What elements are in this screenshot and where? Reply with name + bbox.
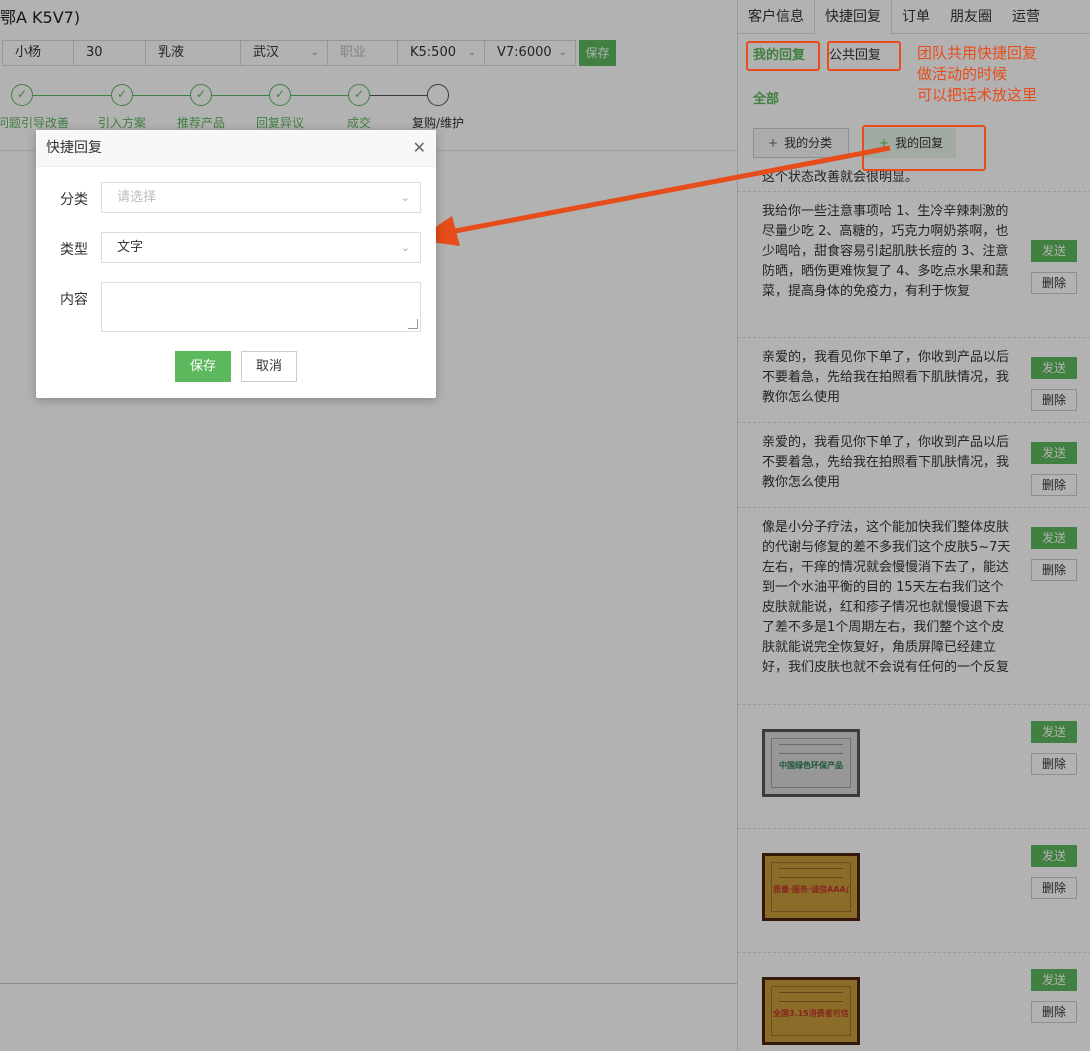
cancel-button[interactable]: 取消 (241, 351, 297, 382)
content-label: 内容 (60, 292, 88, 308)
type-select[interactable]: 文字 ⌄ (101, 232, 421, 263)
category-select[interactable]: 请选择 ⌄ (101, 182, 421, 213)
resize-handle-icon[interactable] (408, 319, 418, 329)
category-placeholder: 请选择 (117, 190, 157, 205)
annotation-arrow-shaft (449, 145, 891, 235)
quick-reply-dialog: 快捷回复 ✕ 分类 请选择 ⌄ 类型 文字 ⌄ 内容 保存 取消 (36, 130, 436, 398)
chevron-down-icon: ⌄ (400, 241, 410, 254)
type-label: 类型 (60, 242, 88, 258)
chevron-down-icon: ⌄ (400, 191, 410, 204)
type-value: 文字 (117, 240, 144, 255)
dialog-title: 快捷回复 (36, 130, 436, 167)
save-button[interactable]: 保存 (175, 351, 231, 382)
close-icon[interactable]: ✕ (413, 139, 426, 157)
content-textarea[interactable] (101, 282, 421, 332)
category-label: 分类 (60, 192, 88, 208)
